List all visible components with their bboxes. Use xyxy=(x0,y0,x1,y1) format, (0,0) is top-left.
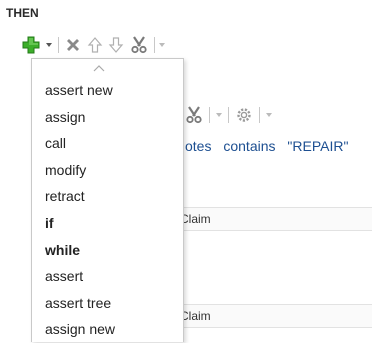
scroll-up-button[interactable] xyxy=(92,63,106,73)
gear-icon xyxy=(237,108,251,122)
delete-button[interactable] xyxy=(65,34,81,56)
fact-type-label: Claim xyxy=(180,212,211,226)
rule-condition: otes contains "REPAIR" xyxy=(185,138,356,154)
chevron-down-icon xyxy=(159,43,165,47)
menu-list: assert new assign call modify retract if while… xyxy=(32,77,183,343)
then-section-label: THEN xyxy=(6,6,39,20)
more-dropdown[interactable] xyxy=(159,34,165,56)
settings-button[interactable] xyxy=(235,104,253,126)
move-down-icon xyxy=(108,37,124,53)
condition-field[interactable]: otes xyxy=(185,138,211,154)
fact-type-label: Claim xyxy=(180,309,211,323)
menu-item-modify[interactable]: modify xyxy=(32,157,183,184)
add-action-button[interactable] xyxy=(22,34,40,56)
menu-item-assert[interactable]: assert xyxy=(32,263,183,290)
chevron-down-icon xyxy=(266,113,272,117)
toolbar-divider xyxy=(209,107,210,123)
cut-button[interactable] xyxy=(185,104,203,126)
chevron-down-icon xyxy=(216,113,222,117)
fact-row[interactable]: Claim xyxy=(180,304,372,328)
toolbar-divider xyxy=(154,37,155,53)
toolbar-divider xyxy=(58,37,59,53)
menu-item-call[interactable]: call xyxy=(32,130,183,157)
menu-item-if[interactable]: if xyxy=(32,210,183,237)
condition-operator[interactable]: contains xyxy=(223,138,275,154)
toolbar-divider xyxy=(259,107,260,123)
menu-item-while[interactable]: while xyxy=(32,237,183,264)
fact-row[interactable]: Claim xyxy=(180,207,372,231)
menu-item-assert-tree[interactable]: assert tree xyxy=(32,290,183,317)
add-action-dropdown[interactable] xyxy=(46,34,52,56)
condition-value[interactable]: "REPAIR" xyxy=(287,138,348,154)
menu-item-assign[interactable]: assign xyxy=(32,104,183,131)
rule-toolbar xyxy=(185,104,272,126)
toolbar-divider xyxy=(228,107,229,123)
menu-item-assign-new[interactable]: assign new xyxy=(32,316,183,343)
delete-icon xyxy=(67,39,79,51)
cut-icon xyxy=(131,36,147,54)
chevron-up-icon xyxy=(93,64,105,71)
cut-dropdown[interactable] xyxy=(216,104,222,126)
menu-item-assert-new[interactable]: assert new xyxy=(32,77,183,104)
menu-item-retract[interactable]: retract xyxy=(32,183,183,210)
move-down-button[interactable] xyxy=(108,34,124,56)
add-action-menu: assert new assign call modify retract if while… xyxy=(31,58,184,342)
add-icon xyxy=(22,36,40,54)
chevron-down-icon xyxy=(46,43,52,47)
move-up-icon xyxy=(87,37,103,53)
move-up-button[interactable] xyxy=(87,34,103,56)
settings-dropdown[interactable] xyxy=(266,104,272,126)
action-toolbar xyxy=(22,34,165,56)
cut-button[interactable] xyxy=(130,34,148,56)
cut-icon xyxy=(186,106,202,124)
